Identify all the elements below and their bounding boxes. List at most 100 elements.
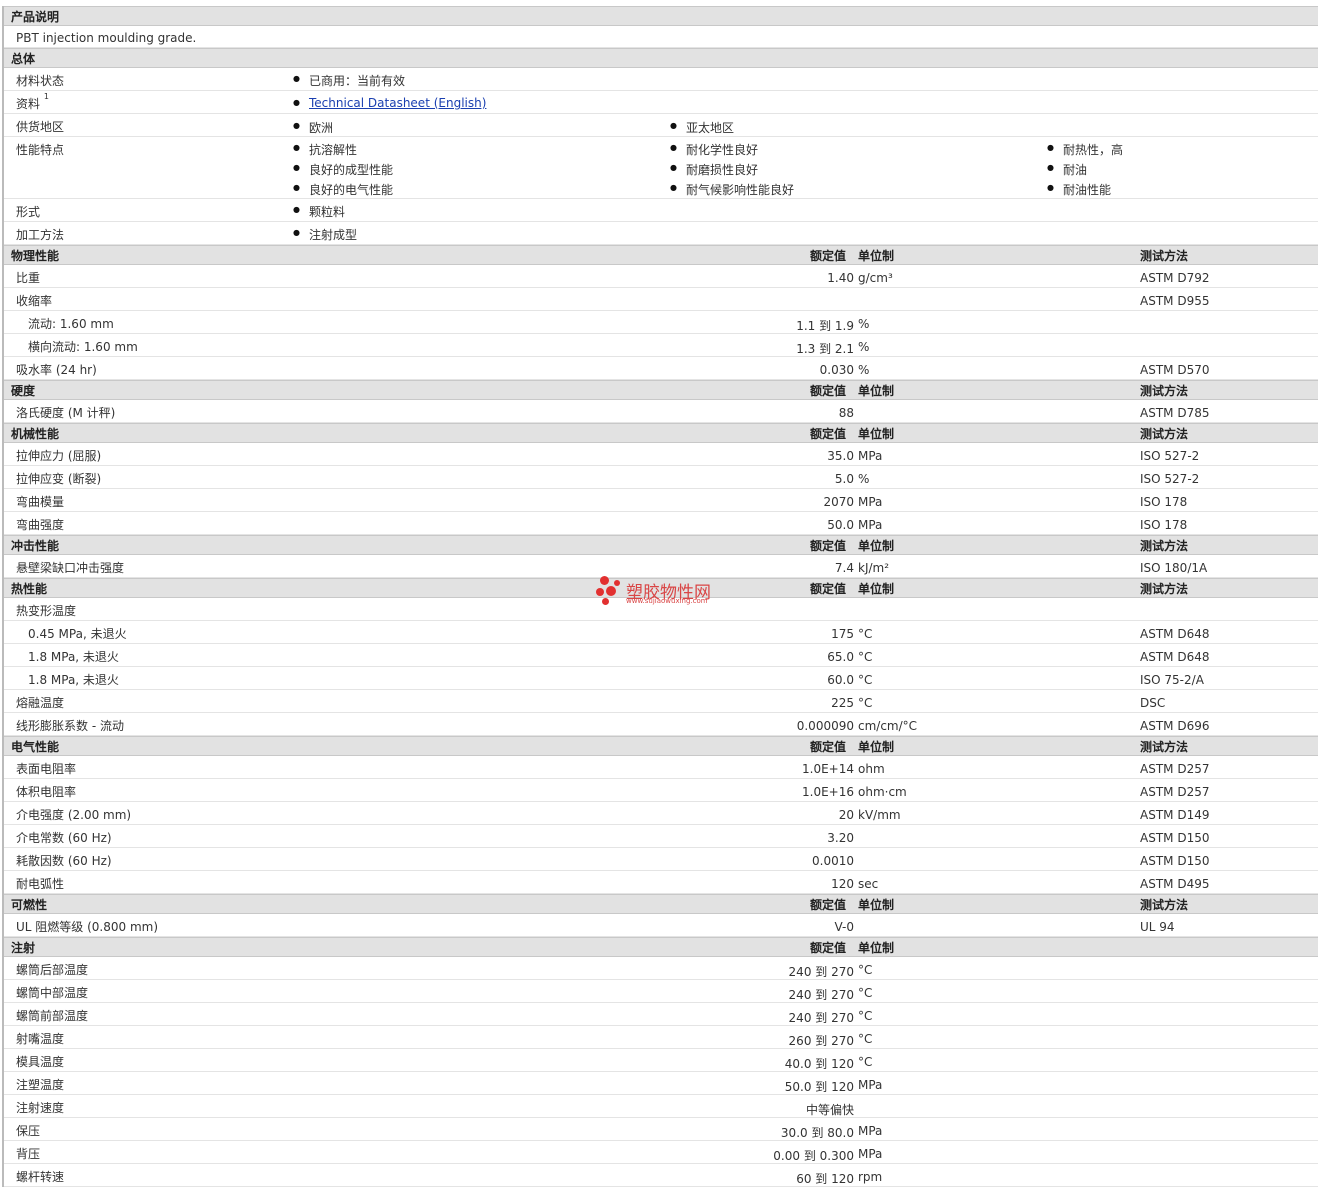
property-value: 1.0E+14 [802, 762, 854, 776]
header-unit: 单位制 [858, 538, 895, 553]
property-unit: MPa [858, 1078, 883, 1092]
property-label: 螺筒前部温度 [16, 1009, 89, 1023]
property-row: 0.45 MPa, 未退火 175 °C ASTM D648 [4, 621, 1318, 644]
section-title: 硬度 [11, 383, 36, 398]
property-unit: °C [858, 1009, 873, 1023]
property-label: 拉伸应变 (断裂) [16, 472, 102, 486]
bullet-value: 已商用：当前有效 [293, 72, 405, 89]
property-value: 40.0 到 120 [784, 1057, 854, 1071]
property-label: UL 阻燃等级 (0.800 mm) [16, 920, 159, 934]
section-title: 注射 [11, 940, 36, 955]
property-value: 240 到 270 [788, 965, 854, 979]
property-value: 240 到 270 [788, 1011, 854, 1025]
property-label: 熔融温度 [16, 696, 65, 710]
property-row: 悬壁梁缺口冲击强度 7.4 kJ/m² ISO 180/1A [4, 555, 1318, 578]
property-label: 耐电弧性 [16, 877, 65, 891]
watermark-logo-dot [602, 598, 609, 605]
watermark-logo-dot [614, 580, 620, 586]
property-method: ISO 178 [1140, 495, 1188, 509]
property-unit: MPa [858, 518, 883, 532]
section-title: 物理性能 [11, 248, 60, 263]
property-label: 1.8 MPa, 未退火 [28, 673, 119, 687]
property-method: ASTM D150 [1140, 831, 1210, 845]
section-title: 可燃性 [11, 897, 48, 912]
property-unit: °C [858, 673, 873, 687]
property-value: 240 到 270 [788, 988, 854, 1002]
header-value: 额定值 [810, 897, 847, 912]
property-row: 保压 30.0 到 80.0 MPa [4, 1118, 1318, 1141]
property-row: 射嘴温度 260 到 270 °C [4, 1026, 1318, 1049]
row-label: 材料状态 [16, 74, 65, 88]
description-row: PBT injection moulding grade. [4, 26, 1318, 48]
property-value: 225 [831, 696, 854, 710]
bullet-link: Technical Datasheet (English) [293, 96, 486, 110]
property-row: 模具温度 40.0 到 120 °C [4, 1049, 1318, 1072]
section-header-impact: 冲击性能 额定值 单位制 测试方法 [4, 535, 1318, 555]
feature-item: 抗溶解性 [293, 141, 357, 158]
property-unit: kV/mm [858, 808, 901, 822]
property-value: 0.00 到 0.300 [773, 1149, 854, 1163]
property-unit: °C [858, 650, 873, 664]
header-value: 额定值 [810, 383, 847, 398]
bullet-value: 欧洲 [293, 119, 333, 136]
property-value: 60 到 120 [796, 1172, 854, 1186]
property-row: 螺杆转速 60 到 120 rpm [4, 1164, 1318, 1187]
technical-datasheet-link[interactable]: Technical Datasheet (English) [309, 96, 486, 110]
general-row-status: 材料状态 已商用：当前有效 [4, 68, 1318, 91]
general-row-region: 供货地区 欧洲 亚太地区 [4, 114, 1318, 137]
property-value: 0.0010 [812, 854, 854, 868]
property-row: 介电常数 (60 Hz) 3.20 ASTM D150 [4, 825, 1318, 848]
general-row-form: 形式 颗粒料 [4, 199, 1318, 222]
header-unit: 单位制 [858, 581, 895, 596]
property-method: ASTM D955 [1140, 294, 1210, 308]
property-method: ISO 527-2 [1140, 472, 1200, 486]
property-label: 射嘴温度 [16, 1032, 65, 1046]
header-method: 测试方法 [1140, 538, 1189, 553]
property-unit: MPa [858, 1147, 883, 1161]
property-unit: °C [858, 627, 873, 641]
section-header-hardness: 硬度 额定值 单位制 测试方法 [4, 380, 1318, 400]
header-method: 测试方法 [1140, 383, 1189, 398]
property-method: ASTM D792 [1140, 271, 1210, 285]
header-value: 额定值 [810, 248, 847, 263]
property-label: 保压 [16, 1124, 41, 1138]
property-row: 拉伸应力 (屈服) 35.0 MPa ISO 527-2 [4, 443, 1318, 466]
property-label: 1.8 MPa, 未退火 [28, 650, 119, 664]
property-label: 悬壁梁缺口冲击强度 [16, 561, 125, 575]
feature-item: 良好的电气性能 [293, 181, 393, 198]
property-unit: MPa [858, 1124, 883, 1138]
property-unit: °C [858, 986, 873, 1000]
property-label: 体积电阻率 [16, 785, 77, 799]
row-label: 资料 1 [16, 92, 49, 112]
bullet-value: 亚太地区 [670, 119, 734, 136]
section-header-general: 总体 [4, 48, 1318, 68]
property-label: 介电常数 (60 Hz) [16, 831, 112, 845]
property-value: 3.20 [827, 831, 854, 845]
header-method: 测试方法 [1140, 426, 1189, 441]
property-row: 耗散因数 (60 Hz) 0.0010 ASTM D150 [4, 848, 1318, 871]
header-value: 额定值 [810, 538, 847, 553]
header-method: 测试方法 [1140, 581, 1189, 596]
property-unit: rpm [858, 1170, 883, 1184]
header-value: 额定值 [810, 581, 847, 596]
feature-item: 耐热性，高 [1047, 141, 1123, 158]
property-row: 比重 1.40 g/cm³ ASTM D792 [4, 265, 1318, 288]
property-value: V-0 [834, 920, 854, 934]
property-value: 1.1 到 1.9 [796, 319, 854, 333]
watermark-logo-dot [600, 576, 609, 585]
docs-label-text: 资料 [16, 97, 41, 111]
property-row: 流动: 1.60 mm 1.1 到 1.9% [4, 311, 1318, 334]
property-value: 65.0 [827, 650, 854, 664]
property-method: ASTM D648 [1140, 650, 1210, 664]
property-value: 0.000090 [796, 719, 854, 733]
property-unit: ohm·cm [858, 785, 907, 799]
property-row: 表面电阻率 1.0E+14 ohm ASTM D257 [4, 756, 1318, 779]
header-method: 测试方法 [1140, 897, 1189, 912]
property-row: 拉伸应变 (断裂) 5.0% ISO 527-2 [4, 466, 1318, 489]
feature-item: 耐化学性良好 [670, 141, 758, 158]
header-unit: 单位制 [858, 383, 895, 398]
property-label: 横向流动: 1.60 mm [28, 340, 138, 354]
property-value: 20 [838, 808, 854, 822]
property-method: UL 94 [1140, 920, 1175, 934]
property-row: 1.8 MPa, 未退火 65.0 °C ASTM D648 [4, 644, 1318, 667]
